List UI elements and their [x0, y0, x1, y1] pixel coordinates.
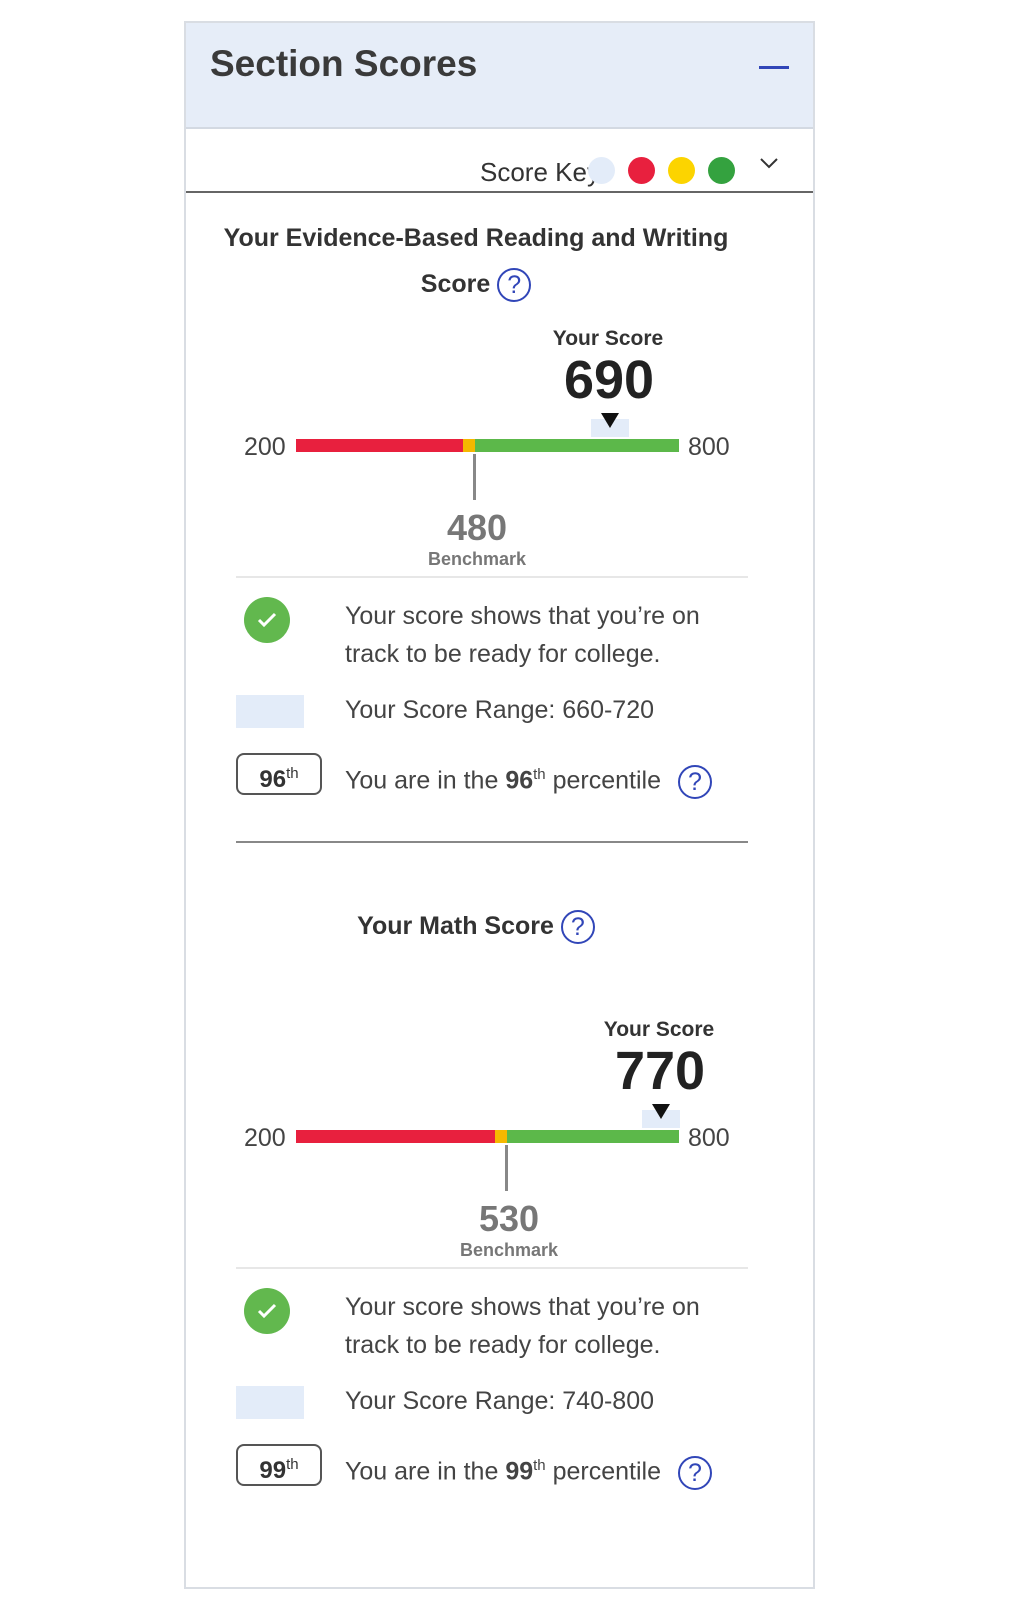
benchmark-value: 530	[478, 1198, 540, 1239]
range-swatch	[236, 695, 304, 728]
percentile-value: 99	[505, 1457, 534, 1486]
status-text: Your score shows that you’re on track to…	[345, 1288, 700, 1364]
range-swatch	[236, 1386, 304, 1419]
percentile-badge-suffix: th	[286, 1456, 299, 1473]
help-icon[interactable]: ?	[560, 910, 595, 945]
percentile-badge: 99th	[236, 1444, 322, 1486]
status-line1: Your score shows that you’re on	[345, 1293, 700, 1321]
scale-min: 200	[244, 433, 286, 461]
chevron-down-icon[interactable]	[759, 153, 779, 173]
divider	[236, 1267, 748, 1269]
status-line2: track to be ready for college.	[345, 640, 661, 668]
near-benchmark-bar	[463, 439, 475, 452]
status-line1: Your score shows that you’re on	[345, 602, 700, 630]
percentile-badge-value: 96	[259, 766, 287, 793]
score-key[interactable]: Score Key	[186, 147, 813, 193]
ebrw-title: Your Evidence-Based Reading and Writing …	[216, 215, 736, 307]
percentile-text: You are in the 96th percentile ?	[345, 756, 712, 799]
scale-max: 800	[688, 1124, 730, 1152]
help-icon[interactable]: ?	[497, 268, 532, 303]
check-circle-icon	[244, 1288, 290, 1334]
check-circle-icon	[244, 597, 290, 643]
panel-title: Section Scores	[210, 43, 478, 84]
section-scores-panel: Section Scores Score Key Your Evidence-B…	[184, 21, 815, 1589]
key-dot-red	[628, 157, 655, 184]
benchmark-value: 480	[446, 507, 508, 548]
status-text: Your score shows that you’re on track to…	[345, 597, 700, 673]
key-dot-yellow	[668, 157, 695, 184]
status-line2: track to be ready for college.	[345, 1331, 661, 1359]
ebrw-title-line2: Score	[420, 270, 491, 298]
help-icon[interactable]: ?	[677, 1455, 712, 1490]
below-benchmark-bar	[296, 439, 463, 452]
score-range-text: Your Score Range: 660-720	[345, 696, 655, 724]
scale-max: 800	[688, 433, 730, 461]
percentile-word: percentile	[545, 1457, 662, 1486]
benchmark-line	[473, 454, 476, 500]
percentile-prefix: You are in the	[345, 1457, 506, 1486]
help-icon[interactable]: ?	[677, 764, 712, 799]
score-pointer-icon	[601, 413, 619, 428]
percentile-prefix: You are in the	[345, 766, 506, 795]
percentile-badge: 96th	[236, 753, 322, 795]
above-benchmark-bar	[507, 1130, 679, 1143]
score-range-text: Your Score Range: 740-800	[345, 1387, 655, 1415]
percentile-suffix: th	[533, 766, 546, 783]
key-dot-green	[708, 157, 735, 184]
panel-header[interactable]: Section Scores	[186, 23, 813, 129]
your-score-label: Your Score	[603, 1018, 715, 1041]
score-pointer-icon	[652, 1104, 670, 1119]
your-score-value: 770	[614, 1041, 706, 1101]
benchmark-label: Benchmark	[459, 1240, 559, 1260]
near-benchmark-bar	[495, 1130, 507, 1143]
scale-min: 200	[244, 1124, 286, 1152]
divider	[236, 576, 748, 578]
collapse-icon[interactable]	[757, 51, 791, 85]
percentile-value: 96	[505, 766, 534, 795]
math-title-text: Your Math Score	[357, 912, 554, 940]
your-score-label: Your Score	[552, 327, 664, 350]
percentile-badge-value: 99	[259, 1457, 287, 1484]
key-dot-range	[588, 157, 615, 184]
above-benchmark-bar	[475, 439, 679, 452]
your-score-value: 690	[563, 350, 655, 410]
below-benchmark-bar	[296, 1130, 495, 1143]
ebrw-title-line1: Your Evidence-Based Reading and Writing	[223, 224, 729, 252]
section-divider	[236, 841, 748, 843]
score-key-label: Score Key	[480, 157, 600, 187]
benchmark-line	[505, 1145, 508, 1191]
percentile-badge-suffix: th	[286, 765, 299, 782]
math-title: Your Math Score ?	[216, 903, 736, 949]
percentile-text: You are in the 99th percentile ?	[345, 1447, 712, 1490]
percentile-word: percentile	[545, 766, 662, 795]
benchmark-label: Benchmark	[427, 549, 527, 569]
percentile-suffix: th	[533, 1457, 546, 1474]
